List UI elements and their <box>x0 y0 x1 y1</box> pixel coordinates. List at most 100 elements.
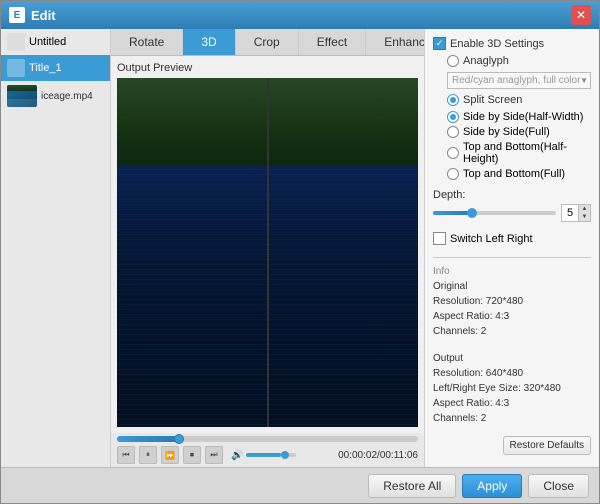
sidebar-file-iceage[interactable]: iceage.mp4 <box>1 81 110 111</box>
video-right-half <box>269 78 419 427</box>
info-section: Info Original Resolution: 720*480 Aspect… <box>433 266 591 426</box>
split-radio-0[interactable] <box>447 111 459 123</box>
depth-slider-fill <box>433 211 470 215</box>
video-water-right <box>269 165 419 427</box>
output-eye-size: Left/Right Eye Size: 320*480 <box>433 381 591 396</box>
enable-3d-row: Enable 3D Settings <box>433 37 591 50</box>
volume-fill <box>246 453 281 457</box>
depth-slider[interactable] <box>433 211 556 215</box>
split-label-0: Side by Side(Half-Width) <box>463 111 583 123</box>
tabs-bar: Rotate 3D Crop Effect Enhance Watermark <box>111 29 424 56</box>
progress-handle[interactable] <box>174 434 184 444</box>
sidebar-item-label-untitled: Untitled <box>29 36 66 48</box>
stop-button[interactable]: ⏹ <box>183 446 201 464</box>
split-radio-1[interactable] <box>447 126 459 138</box>
depth-up-button[interactable]: ▲ <box>578 205 590 213</box>
pause-button[interactable]: ⏸ <box>139 446 157 464</box>
anaglyph-radio[interactable] <box>447 55 459 67</box>
anaglyph-dropdown-row: Red/cyan anaglyph, full color ▼ <box>433 72 591 89</box>
original-resolution: Resolution: 720*480 <box>433 294 591 309</box>
close-button-bottom[interactable]: Close <box>528 474 589 498</box>
file-thumbnail <box>7 85 37 107</box>
original-label: Original <box>433 279 591 294</box>
video-water-left <box>117 165 267 427</box>
apply-button[interactable]: Apply <box>462 474 522 498</box>
sidebar: Untitled Title_1 iceage.mp4 <box>1 29 111 467</box>
tab-effect[interactable]: Effect <box>299 29 366 55</box>
split-screen-radio[interactable] <box>447 94 459 106</box>
volume-handle[interactable] <box>281 451 289 459</box>
tab-crop[interactable]: Crop <box>236 29 299 55</box>
split-label-1: Side by Side(Full) <box>463 126 550 138</box>
tab-3d[interactable]: 3D <box>183 29 235 55</box>
original-aspect: Aspect Ratio: 4:3 <box>433 309 591 324</box>
split-radio-3[interactable] <box>447 168 459 180</box>
title-bar: E Edit ✕ <box>1 1 599 29</box>
app-icon: E <box>9 7 25 23</box>
split-screen-label: Split Screen <box>463 94 522 106</box>
volume-icon: 🔊 <box>231 450 243 461</box>
main-content: Untitled Title_1 iceage.mp4 Rotate 3D Cr… <box>1 29 599 467</box>
window-title: Edit <box>31 8 571 23</box>
video-top-left <box>117 78 267 165</box>
depth-down-button[interactable]: ▼ <box>578 213 590 221</box>
bottom-bar: Restore All Apply Close <box>1 467 599 503</box>
next-button[interactable]: ⏭ <box>205 446 223 464</box>
original-channels: Channels: 2 <box>433 324 591 339</box>
split-label-2: Top and Bottom(Half-Height) <box>463 141 591 165</box>
file-name-label: iceage.mp4 <box>41 91 93 102</box>
play-start-button[interactable]: ⏮ <box>117 446 135 464</box>
volume-container: 🔊 <box>231 450 296 461</box>
volume-bar[interactable] <box>246 453 296 457</box>
player-controls: ⏮ ⏸ ⏩ ⏹ ⏭ 🔊 00:00:02/00:11:06 <box>111 433 424 467</box>
split-options: Side by Side(Half-Width) Side by Side(Fu… <box>433 111 591 183</box>
item-icon-title1 <box>7 59 25 77</box>
edit-window: E Edit ✕ Untitled Title_1 iceage.mp4 <box>0 0 600 504</box>
switch-left-right-row: Switch Left Right <box>433 232 591 245</box>
progress-bar[interactable] <box>117 436 418 442</box>
sidebar-item-title1[interactable]: Title_1 <box>1 55 110 81</box>
depth-value-container: 5 ▲ ▼ <box>561 204 591 222</box>
divider-1 <box>433 257 591 258</box>
depth-section: Depth: 5 ▲ ▼ <box>433 189 591 222</box>
restore-defaults-button[interactable]: Restore Defaults <box>503 436 591 455</box>
right-panel: Enable 3D Settings Anaglyph Red/cyan ana… <box>424 29 599 467</box>
video-preview <box>117 78 418 427</box>
anaglyph-label: Anaglyph <box>463 55 509 67</box>
anaglyph-row: Anaglyph <box>433 55 591 67</box>
progress-fill <box>117 436 177 442</box>
controls-row: ⏮ ⏸ ⏩ ⏹ ⏭ 🔊 00:00:02/00:11:06 <box>117 446 418 464</box>
split-option-1: Side by Side(Full) <box>447 126 591 138</box>
center-area: Rotate 3D Crop Effect Enhance Watermark … <box>111 29 424 467</box>
video-content <box>117 78 418 427</box>
depth-arrows: ▲ ▼ <box>578 205 590 221</box>
video-left-half <box>117 78 269 427</box>
sidebar-item-untitled[interactable]: Untitled <box>1 29 110 55</box>
video-top-right <box>269 78 419 165</box>
depth-row: 5 ▲ ▼ <box>433 204 591 222</box>
split-radio-2[interactable] <box>447 147 459 159</box>
preview-label: Output Preview <box>117 62 418 74</box>
enable-3d-label: Enable 3D Settings <box>450 38 544 50</box>
tab-enhance[interactable]: Enhance <box>366 29 424 55</box>
anaglyph-select[interactable]: Red/cyan anaglyph, full color <box>447 72 591 89</box>
fast-forward-button[interactable]: ⏩ <box>161 446 179 464</box>
depth-slider-handle[interactable] <box>467 208 477 218</box>
restore-all-button[interactable]: Restore All <box>368 474 456 498</box>
split-option-0: Side by Side(Half-Width) <box>447 111 591 123</box>
sidebar-item-label-title1: Title_1 <box>29 62 62 74</box>
depth-value: 5 <box>562 206 578 220</box>
info-title: Info <box>433 266 591 277</box>
split-option-3: Top and Bottom(Full) <box>447 168 591 180</box>
switch-left-right-checkbox[interactable] <box>433 232 446 245</box>
close-button[interactable]: ✕ <box>571 5 591 25</box>
output-channels: Channels: 2 <box>433 411 591 426</box>
split-label-3: Top and Bottom(Full) <box>463 168 565 180</box>
tab-rotate[interactable]: Rotate <box>111 29 183 55</box>
depth-label: Depth: <box>433 189 591 201</box>
time-display: 00:00:02/00:11:06 <box>338 450 418 461</box>
enable-3d-checkbox[interactable] <box>433 37 446 50</box>
output-aspect: Aspect Ratio: 4:3 <box>433 396 591 411</box>
output-label: Output <box>433 351 591 366</box>
preview-area: Output Preview <box>111 56 424 433</box>
